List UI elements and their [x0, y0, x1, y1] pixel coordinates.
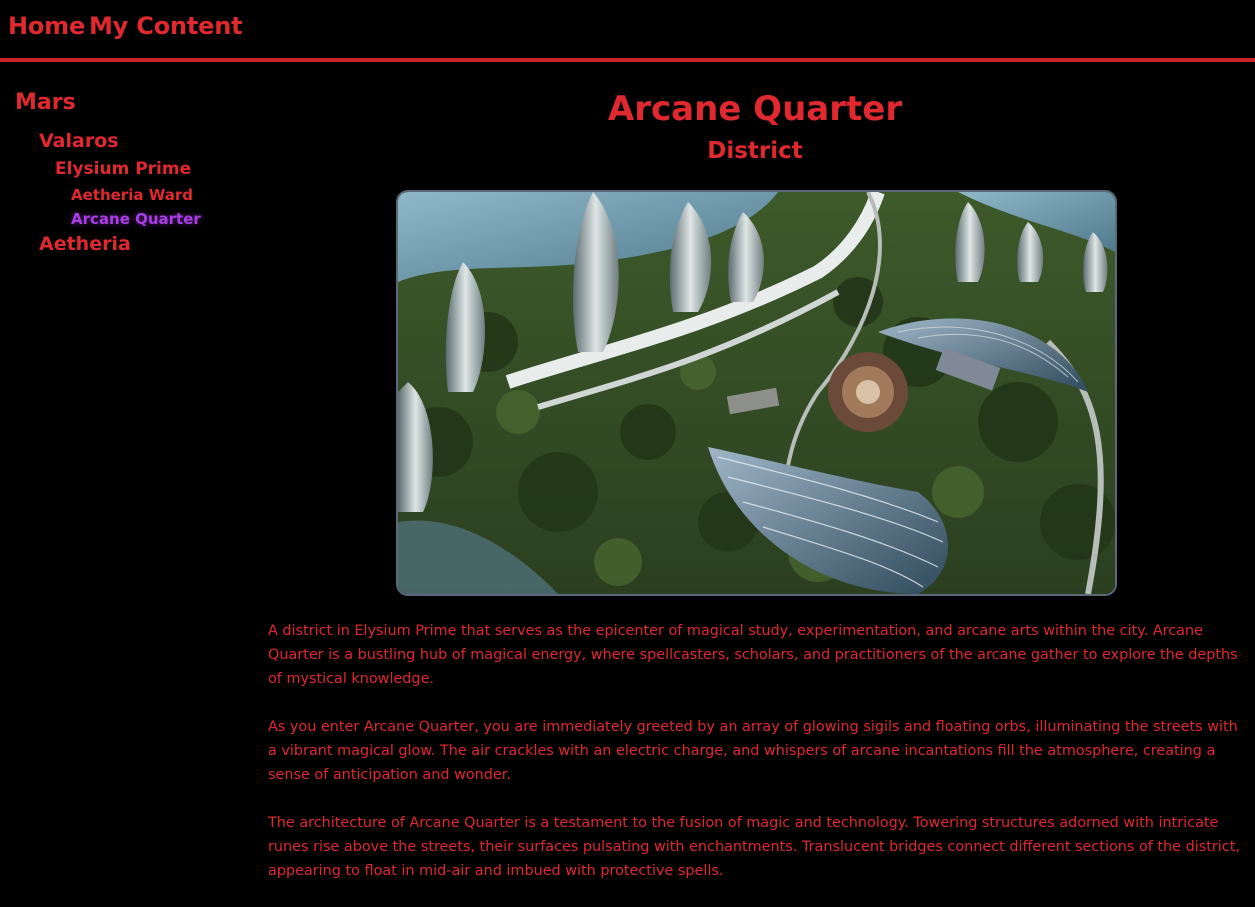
- nav-my-content-link[interactable]: My Content: [89, 12, 243, 40]
- description-paragraph: The architecture of Arcane Quarter is a …: [268, 815, 1240, 879]
- description-paragraph: As you enter Arcane Quarter, you are imm…: [268, 719, 1238, 783]
- nav-home-link[interactable]: Home: [8, 12, 85, 40]
- tree-item-elysium-prime[interactable]: Elysium Prime: [55, 159, 191, 179]
- page-title: Arcane Quarter: [607, 89, 903, 129]
- tree-item-arcane-quarter-selected[interactable]: Arcane Quarter: [71, 210, 201, 228]
- city-illustration: [398, 192, 1115, 594]
- tree-item-mars[interactable]: Mars: [15, 90, 76, 115]
- tree-item-valaros[interactable]: Valaros: [39, 130, 119, 152]
- top-navigation: Home My Content: [0, 0, 1255, 62]
- district-hero-image: [396, 190, 1117, 596]
- tree-item-aetheria-ward[interactable]: Aetheria Ward: [71, 186, 193, 204]
- district-description: A district in Elysium Prime that serves …: [268, 619, 1246, 907]
- tree-item-aetheria[interactable]: Aetheria: [39, 233, 131, 255]
- page-subtitle: District: [707, 138, 803, 164]
- description-paragraph: A district in Elysium Prime that serves …: [268, 623, 1238, 687]
